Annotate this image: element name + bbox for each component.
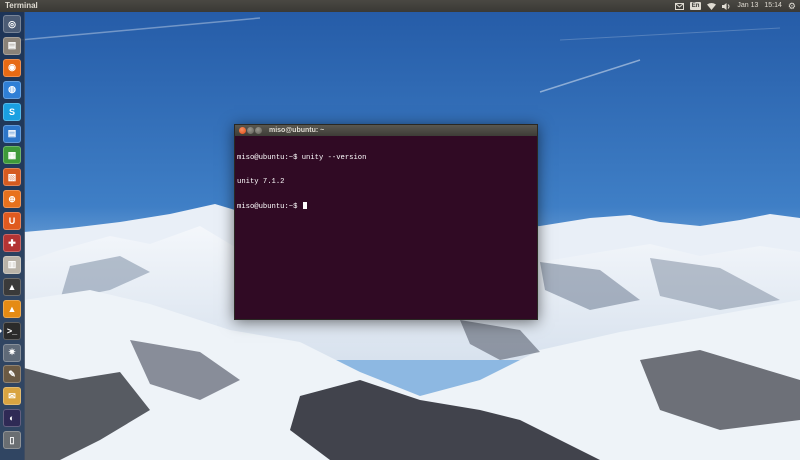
gparted-icon[interactable]: ▥ [3, 255, 21, 274]
top-panel: Terminal En Jan 13 15:14 ⚙ [0, 0, 800, 12]
terminal-window[interactable]: miso@ubuntu: ~ miso@ubuntu:~$ unity --ve… [234, 124, 538, 320]
text-cursor [302, 202, 307, 209]
terminal-line: miso@ubuntu:~$ unity --version [237, 154, 367, 162]
libreoffice-writer-icon[interactable]: ▤ [3, 124, 21, 143]
keyboard-layout-label: En [689, 2, 702, 10]
files-icon[interactable]: ▤ [3, 36, 21, 55]
terminal-line: unity 7.1.2 [237, 178, 285, 186]
terminal-output[interactable]: miso@ubuntu:~$ unity --version unity 7.1… [237, 138, 535, 317]
libreoffice-impress-icon[interactable]: ▧ [3, 168, 21, 187]
system-settings-icon[interactable]: ✚ [3, 234, 21, 252]
close-button[interactable] [239, 127, 246, 134]
ubuntu-software-center-icon[interactable]: ⊕ [3, 190, 21, 209]
skype-icon[interactable]: S [3, 102, 21, 121]
session-gear-icon[interactable]: ⚙ [788, 0, 796, 12]
network-icon[interactable] [707, 0, 717, 12]
clock-date[interactable]: Jan 13 [737, 0, 758, 12]
terminal-icon[interactable]: >_ [0, 321, 21, 340]
chromium-icon[interactable]: ◍ [3, 80, 21, 99]
firefox-icon[interactable]: ◉ [3, 58, 21, 77]
app-menu-title[interactable]: Terminal [5, 0, 38, 12]
vlc-icon[interactable]: ▲ [3, 299, 21, 318]
terminal-title: miso@ubuntu: ~ [269, 127, 325, 134]
libreoffice-calc-icon[interactable]: ▦ [3, 146, 21, 165]
maximize-button[interactable] [255, 127, 262, 134]
volume-icon[interactable] [722, 0, 731, 12]
launcher: ◎ ▤ ◉ ◍ S ▤ ▦ ▧ ⊕ U ✚ ▥ ▲ ▲ >_ ✷ ✎ ✉ ◐ ▯ [0, 12, 25, 460]
gimp-icon[interactable]: ✎ [3, 365, 21, 384]
eclipse-icon[interactable]: ◐ [3, 409, 21, 428]
terminal-titlebar[interactable]: miso@ubuntu: ~ [235, 125, 537, 136]
mail-indicator-icon[interactable] [674, 0, 684, 12]
mail-icon[interactable]: ✉ [3, 387, 21, 406]
terminal-prompt: miso@ubuntu:~$ [237, 203, 302, 211]
terminal-prompt-line[interactable]: miso@ubuntu:~$ [237, 202, 535, 211]
ubuntu-one-icon[interactable]: U [3, 212, 21, 231]
keyboard-layout-indicator[interactable]: En [689, 0, 702, 12]
dash-home-icon[interactable]: ◎ [3, 15, 21, 33]
clock-time[interactable]: 15:14 [764, 0, 782, 12]
inkscape-icon[interactable]: ▲ [3, 277, 21, 296]
settings-gear-icon[interactable]: ✷ [3, 343, 21, 362]
trash-icon[interactable]: ▯ [3, 431, 21, 450]
indicator-area: En Jan 13 15:14 ⚙ [674, 0, 796, 12]
minimize-button[interactable] [247, 127, 254, 134]
